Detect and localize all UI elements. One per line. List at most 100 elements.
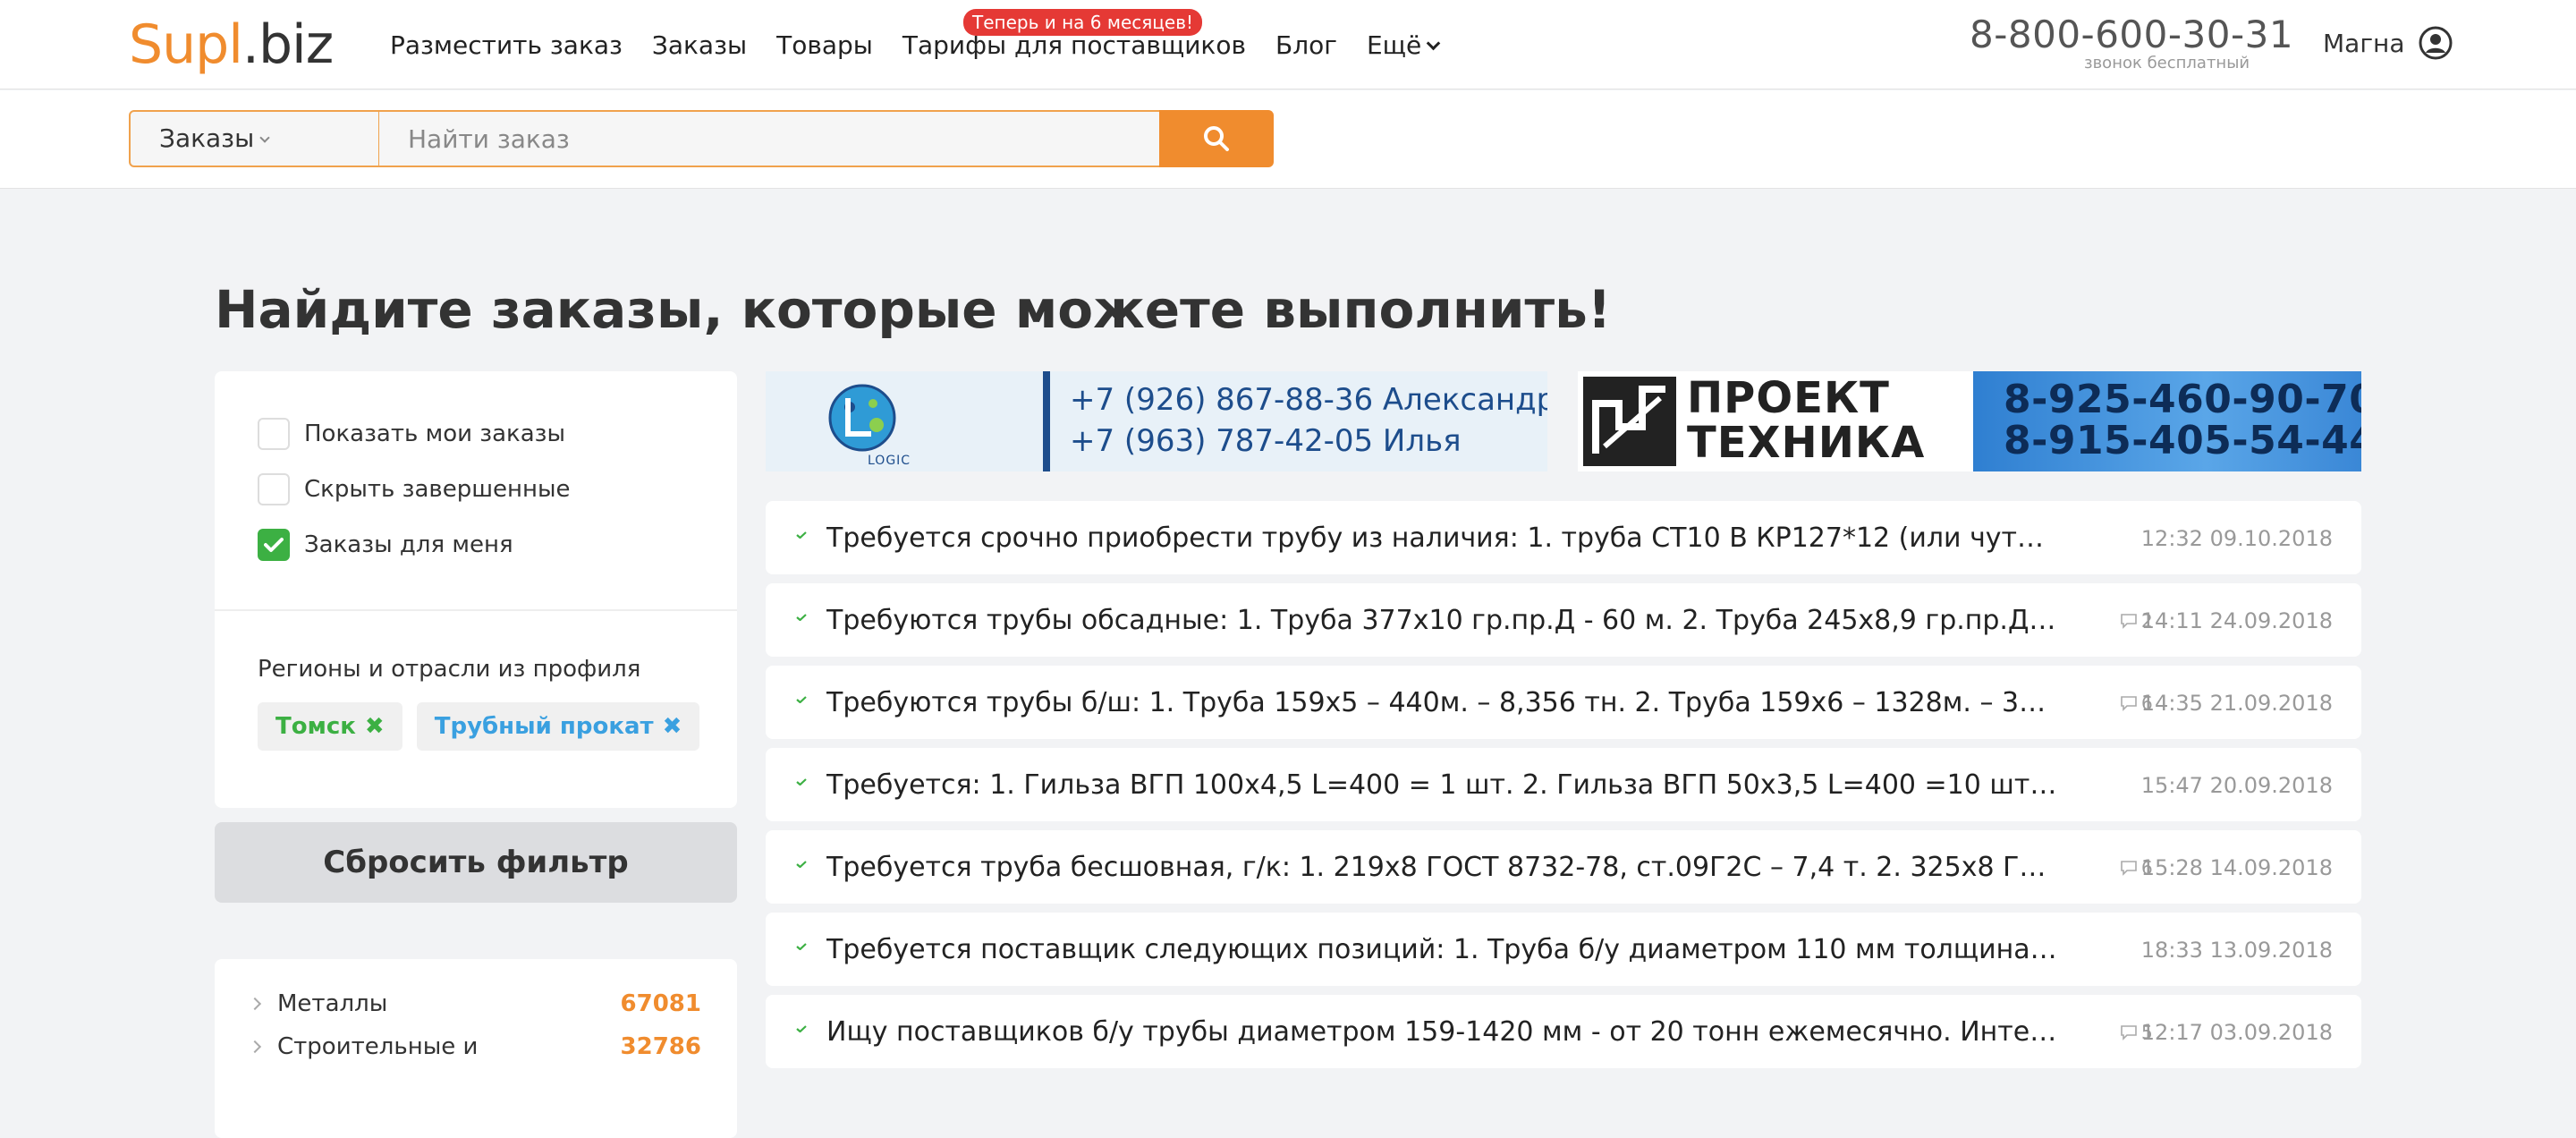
ad-banner-project-technika[interactable]: ПРОЕКТ ТЕХНИКА (1578, 371, 1973, 471)
checkbox-show-my-orders[interactable]: Показать мои заказы (258, 418, 565, 450)
order-date: 15:47 20.09.2018 (2140, 773, 2333, 798)
chip-region[interactable]: Томск ✖ (258, 702, 402, 751)
chevron-right-icon (248, 997, 262, 1011)
order-row[interactable]: Требуется срочно приобрести трубу из нал… (766, 501, 2361, 574)
close-icon[interactable]: ✖ (365, 713, 385, 740)
chevron-right-icon (248, 1040, 262, 1054)
checkbox-hide-completed[interactable]: Скрыть завершенные (258, 473, 571, 505)
checkbox-label: Скрыть завершенные (304, 476, 571, 503)
search-button[interactable] (1159, 110, 1274, 167)
user-menu[interactable]: Магна (2323, 25, 2453, 61)
comment-icon (2121, 696, 2137, 711)
orders-list: Требуется срочно приобрести трубу из нал… (766, 501, 2361, 1077)
search-scope-value: Заказы (159, 123, 255, 153)
checkbox-box-checked[interactable] (258, 529, 290, 561)
phone-note: звонок бесплатный (2084, 54, 2250, 72)
profile-chips: Томск ✖ Трубный прокат ✖ (258, 702, 714, 751)
divider (215, 609, 737, 611)
comment-icon (2121, 861, 2137, 876)
nav-more[interactable]: Ещё (1366, 30, 1441, 60)
order-date: 12:17 03.09.2018 (2140, 1020, 2333, 1045)
chip-label: Томск (275, 713, 356, 740)
close-icon[interactable]: ✖ (663, 713, 682, 740)
nav-place-order[interactable]: Разместить заказ (390, 30, 623, 60)
order-row[interactable]: Ищу поставщиков б/у трубы диаметром 159-… (766, 995, 2361, 1068)
search-input[interactable] (379, 110, 1159, 167)
project-technika-logo-icon (1583, 377, 1676, 466)
banner-divider (1043, 371, 1050, 471)
check-icon (796, 1025, 807, 1032)
reset-filter-button[interactable]: Сбросить фильтр (215, 822, 737, 903)
category-item[interactable]: Металлы 67081 (248, 986, 701, 1022)
order-row[interactable]: Требуются трубы обсадные: 1. Труба 377х1… (766, 583, 2361, 657)
order-title[interactable]: Требуется срочно приобрести трубу из нал… (826, 522, 2059, 554)
logo-part-2: .biz (242, 13, 334, 76)
nav-more-label: Ещё (1366, 30, 1422, 60)
check-icon (264, 538, 284, 552)
checkbox-label: Показать мои заказы (304, 420, 566, 447)
logic-logo-text: LOGIC (868, 454, 911, 468)
category-count: 67081 (620, 990, 701, 1017)
user-avatar-icon (2419, 26, 2452, 60)
order-title[interactable]: Требуется труба бесшовная, г/к: 1. 219х8… (826, 852, 2059, 883)
site-logo[interactable]: Supl.biz (129, 11, 334, 79)
check-icon (796, 778, 807, 786)
check-icon (796, 614, 807, 621)
checkbox-orders-for-me[interactable]: Заказы для меня (258, 529, 513, 561)
phone-number[interactable]: 8-800-600-30-31 (1970, 13, 2293, 56)
banner-phone-4: 8-915-405-54-44 (2004, 418, 2361, 463)
nav-orders[interactable]: Заказы (652, 30, 747, 60)
category-count: 32786 (620, 1033, 701, 1060)
logo-part-1: Supl (129, 13, 243, 76)
chip-label: Трубный прокат (434, 713, 654, 740)
order-row[interactable]: Требуется: 1. Гильза ВГП 100х4,5 L=400 =… (766, 748, 2361, 821)
order-date: 14:35 21.09.2018 (2140, 691, 2333, 716)
search-form: Заказы (129, 110, 1274, 167)
chip-industry[interactable]: Трубный прокат ✖ (416, 702, 700, 751)
order-date: 15:28 14.09.2018 (2140, 855, 2333, 880)
check-icon (796, 861, 807, 868)
order-row[interactable]: Требуется труба бесшовная, г/к: 1. 219х8… (766, 830, 2361, 904)
comment-icon (2121, 614, 2137, 629)
nav-products[interactable]: Товары (776, 30, 873, 60)
banner-word-2: ТЕХНИКА (1687, 418, 1926, 468)
main-nav: Разместить заказ Заказы Товары Тарифы дл… (390, 27, 1468, 63)
categories-panel: Металлы 67081 Строительные и 32786 (215, 959, 737, 1138)
checkbox-label: Заказы для меня (304, 531, 513, 558)
regions-title: Регионы и отрасли из профиля (258, 656, 641, 683)
chevron-down-icon (1426, 36, 1441, 50)
order-title[interactable]: Требуются трубы обсадные: 1. Труба 377х1… (826, 605, 2059, 636)
category-name: Металлы (277, 990, 388, 1017)
comment-icon (2121, 1025, 2137, 1040)
order-row[interactable]: Требуются трубы б/ш: 1. Труба 159х5 – 44… (766, 666, 2361, 739)
search-bar: Заказы (0, 90, 2576, 189)
check-icon (796, 696, 807, 703)
order-title[interactable]: Требуется поставщик следующих позиций: 1… (826, 934, 2059, 965)
search-scope-select[interactable]: Заказы (129, 110, 379, 167)
banner-phone-3: 8-925-460-90-70 (2004, 377, 2361, 422)
banner-phone-2: +7 (963) 787-42-05 Илья (1070, 423, 1462, 459)
check-icon (796, 943, 807, 950)
order-date: 14:11 24.09.2018 (2140, 608, 2333, 633)
category-name: Строительные и (277, 1033, 479, 1060)
order-title[interactable]: Ищу поставщиков б/у трубы диаметром 159-… (826, 1016, 2059, 1048)
search-icon (1204, 126, 1229, 151)
nav-blog[interactable]: Блог (1275, 30, 1337, 60)
checkbox-box[interactable] (258, 418, 290, 450)
page-title: Найдите заказы, которые можете выполнить… (215, 279, 1612, 340)
ad-banner-phones[interactable]: 8-925-460-90-70 8-915-405-54-44 (1973, 371, 2361, 471)
banner-word-1: ПРОЕКТ (1687, 373, 1890, 423)
order-date: 12:32 09.10.2018 (2140, 526, 2333, 551)
filter-panel: Показать мои заказы Скрыть завершенные З… (215, 371, 737, 808)
ad-banner-logic[interactable]: LOGIC +7 (926) 867-88-36 Александр +7 (9… (766, 371, 1547, 471)
user-name: Магна (2323, 28, 2405, 58)
order-date: 18:33 13.09.2018 (2140, 938, 2333, 963)
banner-phone-1: +7 (926) 867-88-36 Александр (1070, 382, 1547, 418)
order-title[interactable]: Требуется: 1. Гильза ВГП 100х4,5 L=400 =… (826, 769, 2059, 801)
order-row[interactable]: Требуется поставщик следующих позиций: 1… (766, 913, 2361, 986)
promo-badge: Теперь и на 6 месяцев! (963, 9, 1203, 36)
category-item[interactable]: Строительные и 32786 (248, 1029, 701, 1065)
checkbox-box[interactable] (258, 473, 290, 505)
chevron-down-icon (259, 132, 270, 143)
order-title[interactable]: Требуются трубы б/ш: 1. Труба 159х5 – 44… (826, 687, 2059, 718)
